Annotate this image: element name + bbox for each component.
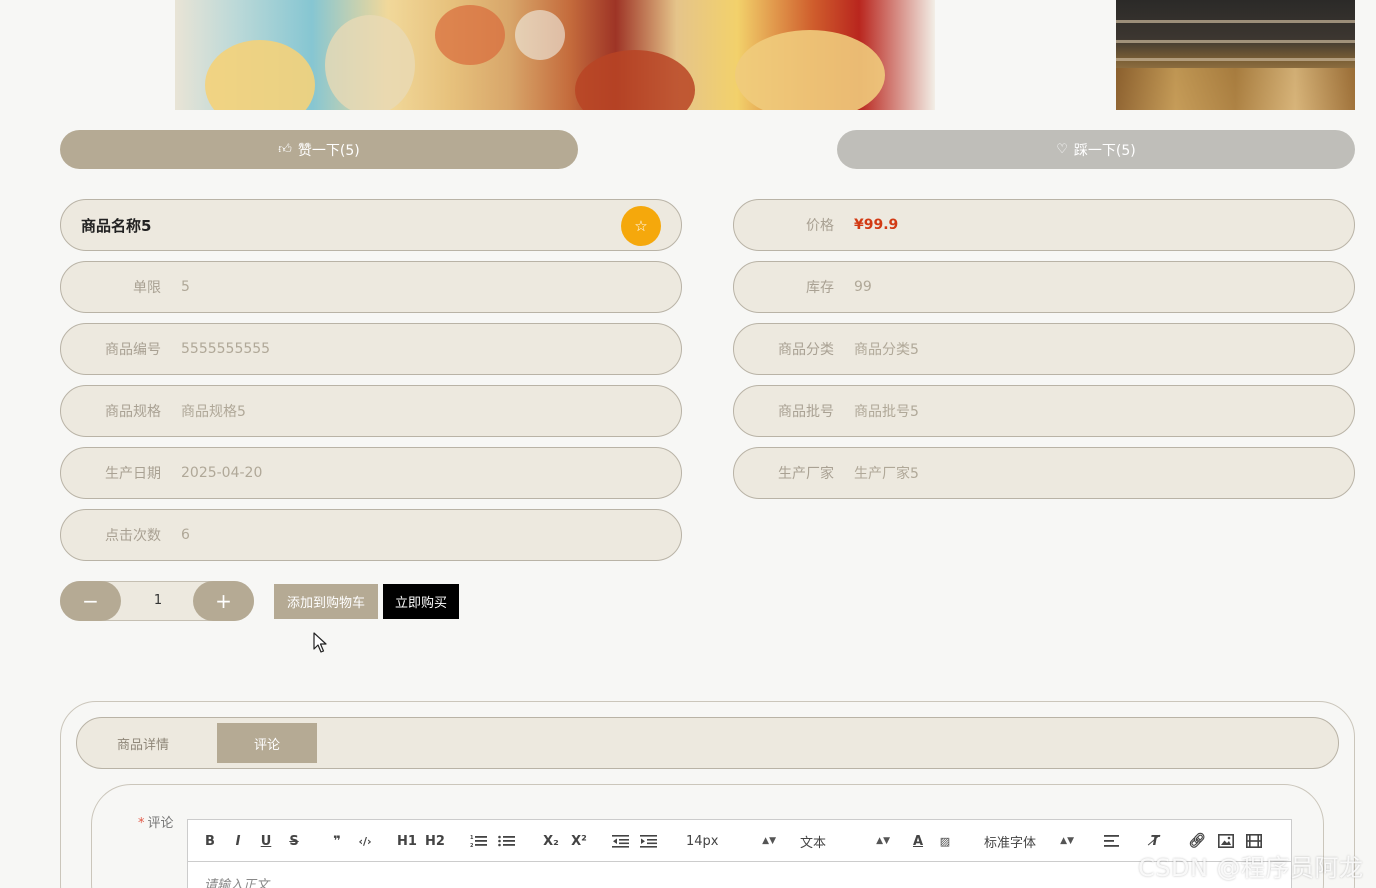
increase-quantity-button[interactable]: + <box>193 581 254 621</box>
field-label: 点击次数 <box>105 528 161 544</box>
field-label: 生产日期 <box>105 466 161 482</box>
like-button[interactable]: 👍︎ 赞一下(5) <box>60 130 578 169</box>
field-label: 库存 <box>806 280 834 296</box>
thumbs-down-icon: ♡ <box>1056 142 1068 157</box>
select-arrows-icon: ▲▼ <box>762 836 776 846</box>
field-label: 商品规格 <box>105 404 161 420</box>
decrease-quantity-button[interactable]: − <box>60 581 121 621</box>
font-color-icon[interactable]: A <box>910 832 926 850</box>
store-photo-image <box>1116 0 1355 110</box>
italic-button[interactable]: I <box>230 832 246 850</box>
block-type-value: 文本 <box>800 835 827 851</box>
font-family-value: 标准字体 <box>984 835 1037 851</box>
underline-button[interactable]: U <box>258 832 274 850</box>
favorite-star-button[interactable]: ☆ <box>621 206 661 246</box>
heading-2-button[interactable]: H2 <box>424 832 446 850</box>
blockquote-button[interactable]: ❞ <box>328 832 346 850</box>
star-icon: ☆ <box>634 217 648 235</box>
required-mark: * <box>138 816 145 831</box>
select-arrows-icon: ▲▼ <box>876 836 890 846</box>
field-manufacturer: 生产厂家 生产厂家5 <box>733 447 1355 499</box>
font-size-value: 14px <box>686 833 719 849</box>
background-color-icon[interactable]: ▨ <box>936 832 954 850</box>
field-limit: 单限 5 <box>60 261 682 313</box>
field-production-date: 生产日期 2025-04-20 <box>60 447 682 499</box>
rich-text-editor: B I U S ❞ ‹/› H1 H2 1 2 X₂ X² 14px ▲▼ 文本… <box>187 819 1292 888</box>
field-spec: 商品规格 商品规格5 <box>60 385 682 437</box>
align-icon[interactable] <box>1104 832 1120 850</box>
code-block-button[interactable]: ‹/› <box>354 832 376 850</box>
outdent-icon[interactable] <box>612 832 630 850</box>
field-batch-number: 商品批号 商品批号5 <box>733 385 1355 437</box>
subscript-button[interactable]: X₂ <box>540 832 562 850</box>
field-label: 单限 <box>133 280 161 296</box>
add-to-cart-button[interactable]: 添加到购物车 <box>274 584 378 619</box>
review-label-text: 评论 <box>147 816 174 831</box>
field-value: 商品规格5 <box>181 404 246 420</box>
field-label: 商品编号 <box>105 342 161 358</box>
plus-icon: + <box>215 589 232 613</box>
tab-product-details[interactable]: 商品详情 <box>93 723 193 763</box>
bold-button[interactable]: B <box>202 832 218 850</box>
field-label: 商品批号 <box>778 404 834 420</box>
ordered-list-icon[interactable]: 1 2 <box>470 832 488 850</box>
bullet-list-icon[interactable] <box>498 832 516 850</box>
field-value: 99 <box>854 279 872 295</box>
strike-button[interactable]: S <box>286 832 302 850</box>
field-value: 商品批号5 <box>854 404 919 420</box>
superscript-button[interactable]: X² <box>568 832 590 850</box>
field-stock: 库存 99 <box>733 261 1355 313</box>
quantity-stepper: − 1 + <box>60 581 254 621</box>
field-value: 5 <box>181 279 190 295</box>
indent-icon[interactable] <box>640 832 658 850</box>
font-family-select[interactable]: 标准字体 ▲▼ <box>984 832 1074 851</box>
field-value: 6 <box>181 527 190 543</box>
quantity-input[interactable]: 1 <box>123 582 193 620</box>
field-label: 商品分类 <box>778 342 834 358</box>
thumbs-up-icon: 👍︎ <box>278 142 292 157</box>
field-category: 商品分类 商品分类5 <box>733 323 1355 375</box>
field-label: 生产厂家 <box>778 466 834 482</box>
block-type-select[interactable]: 文本 ▲▼ <box>800 832 890 851</box>
svg-text:1: 1 <box>470 835 474 841</box>
font-size-select[interactable]: 14px ▲▼ <box>686 832 776 850</box>
dislike-label: 踩一下(5) <box>1073 142 1136 159</box>
field-value: 生产厂家5 <box>854 466 919 482</box>
product-name-field: 商品名称5 ☆ <box>60 199 682 251</box>
field-product-code: 商品编号 5555555555 <box>60 323 682 375</box>
product-name: 商品名称5 <box>81 216 152 235</box>
buy-now-button[interactable]: 立即购买 <box>383 584 459 619</box>
heading-1-button[interactable]: H1 <box>396 832 418 850</box>
select-arrows-icon: ▲▼ <box>1060 836 1074 846</box>
mouse-cursor-icon <box>313 632 327 653</box>
field-click-count: 点击次数 6 <box>60 509 682 561</box>
product-banner-image <box>175 0 935 110</box>
field-price: 价格 ¥99.9 <box>733 199 1355 251</box>
dislike-button[interactable]: ♡ 踩一下(5) <box>837 130 1355 169</box>
field-value: 商品分类5 <box>854 342 919 358</box>
field-label: 价格 <box>806 218 834 234</box>
review-field-label: * 评论 <box>138 812 174 831</box>
svg-text:2: 2 <box>470 843 474 849</box>
price-value: ¥99.9 <box>854 217 899 233</box>
field-value: 2025-04-20 <box>181 465 263 481</box>
tab-bar: 商品详情 评论 <box>76 717 1339 769</box>
watermark: CSDN @程序员阿龙 <box>1138 854 1364 882</box>
editor-placeholder[interactable]: 请输入正文 <box>204 874 269 888</box>
tab-reviews[interactable]: 评论 <box>217 723 317 763</box>
editor-toolbar: B I U S ❞ ‹/› H1 H2 1 2 X₂ X² 14px ▲▼ 文本… <box>188 820 1291 862</box>
minus-icon: − <box>82 589 99 613</box>
like-label: 赞一下(5) <box>297 142 360 159</box>
field-value: 5555555555 <box>181 341 271 357</box>
